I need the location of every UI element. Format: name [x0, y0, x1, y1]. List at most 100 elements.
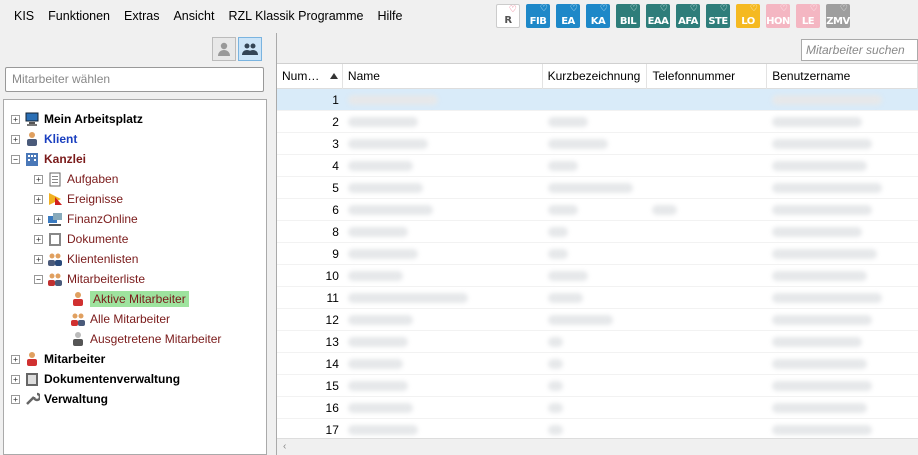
tree-item-ausgetretene-mitarbeiter[interactable]: Ausgetretene Mitarbeiter — [4, 329, 266, 349]
tree-item-finanzonline[interactable]: + FinanzOnline — [4, 209, 266, 229]
menu-hilfe[interactable]: Hilfe — [370, 0, 409, 33]
collapse-icon[interactable]: − — [34, 274, 43, 284]
expand-icon[interactable]: + — [11, 354, 20, 364]
heart-icon: ♡ — [809, 4, 818, 14]
expand-icon[interactable]: + — [34, 234, 43, 244]
table-row[interactable]: 2 — [277, 111, 918, 133]
module-fib-button[interactable]: ♡ FIB — [526, 4, 550, 28]
table-row[interactable]: 15 — [277, 375, 918, 397]
module-zmv-button[interactable]: ♡ ZMV — [826, 4, 850, 28]
table-row[interactable]: 8 — [277, 221, 918, 243]
expand-icon[interactable]: + — [34, 174, 43, 184]
menu-kis[interactable]: KIS — [7, 0, 41, 33]
module-bil-button[interactable]: ♡ BIL — [616, 4, 640, 28]
expand-icon[interactable]: + — [11, 134, 20, 144]
row-number: 3 — [332, 136, 339, 151]
column-header-label: Telefonnummer — [652, 69, 736, 83]
module-r-button[interactable]: ♡ R — [496, 4, 520, 28]
tree-item-ereignisse[interactable]: + Ereignisse — [4, 189, 266, 209]
tree-item-label: Dokumentenverwaltung — [44, 372, 181, 386]
horizontal-scrollbar[interactable]: ‹ — [277, 438, 918, 455]
table-row[interactable]: 4 — [277, 155, 918, 177]
column-header-3[interactable]: Telefonnummer — [647, 64, 768, 89]
tree-item-label: Ausgetretene Mitarbeiter — [90, 332, 222, 346]
module-label: LO — [741, 16, 755, 27]
table-row[interactable]: 12 — [277, 309, 918, 331]
table-row[interactable]: 11 — [277, 287, 918, 309]
table-row[interactable]: 6 — [277, 199, 918, 221]
redacted-text — [547, 381, 563, 392]
menu-rzl-klassik-programme[interactable]: RZL Klassik Programme — [221, 0, 370, 33]
redacted-cell — [543, 331, 648, 353]
redacted-cell — [343, 89, 543, 111]
module-label: R — [504, 15, 512, 26]
scroll-left-icon[interactable]: ‹ — [283, 441, 286, 452]
tree-item-mein-arbeitsplatz[interactable]: + Mein Arbeitsplatz — [4, 109, 266, 129]
redacted-cell — [647, 111, 767, 133]
tree-item-alle-mitarbeiter[interactable]: Alle Mitarbeiter — [4, 309, 266, 329]
module-label: STE — [708, 16, 728, 27]
collapse-icon[interactable]: − — [11, 154, 20, 164]
table-row[interactable]: 3 — [277, 133, 918, 155]
module-hon-button[interactable]: ♡ HON — [766, 4, 790, 28]
table-row[interactable]: 14 — [277, 353, 918, 375]
tree-item-klientenlisten[interactable]: + Klientenlisten — [4, 249, 266, 269]
column-header-4[interactable]: Benutzername — [767, 64, 918, 89]
module-label: FIB — [529, 16, 547, 27]
client-list-icon — [47, 251, 63, 267]
module-lo-button[interactable]: ♡ LO — [736, 4, 760, 28]
redacted-text — [772, 359, 868, 370]
employee-select-input[interactable]: Mitarbeiter wählen — [5, 67, 264, 92]
tree-item-dokumentenverwaltung[interactable]: + Dokumentenverwaltung — [4, 369, 266, 389]
menu-ansicht[interactable]: Ansicht — [166, 0, 221, 33]
module-label: KA — [590, 16, 606, 27]
menu-extras[interactable]: Extras — [117, 0, 166, 33]
module-ea-button[interactable]: ♡ EA — [556, 4, 580, 28]
redacted-cell — [647, 177, 767, 199]
single-user-view-button[interactable] — [212, 37, 236, 61]
module-label: ZMV — [826, 16, 850, 27]
expand-icon[interactable]: + — [11, 114, 20, 124]
column-header-label: Name — [347, 69, 380, 83]
tree-item-label: Mein Arbeitsplatz — [44, 112, 143, 126]
tree-item-kanzlei[interactable]: − Kanzlei — [4, 149, 266, 169]
redacted-cell — [343, 265, 543, 287]
tree-item-dokumente[interactable]: + Dokumente — [4, 229, 266, 249]
multi-user-view-button[interactable] — [238, 37, 262, 61]
table-row[interactable]: 1 — [277, 89, 918, 111]
column-header-1[interactable]: Name — [343, 64, 543, 89]
tree-item-aktive-mitarbeiter[interactable]: Aktive Mitarbeiter — [4, 289, 266, 309]
module-le-button[interactable]: ♡ LE — [796, 4, 820, 28]
employee-search-input[interactable]: Mitarbeiter suchen — [801, 39, 918, 61]
redacted-cell — [767, 265, 918, 287]
heart-icon: ♡ — [569, 4, 578, 14]
tree-item-klient[interactable]: + Klient — [4, 129, 266, 149]
module-ka-button[interactable]: ♡ KA — [586, 4, 610, 28]
tree-item-aufgaben[interactable]: + Aufgaben — [4, 169, 266, 189]
module-label: EA — [561, 16, 575, 27]
table-row[interactable]: 9 — [277, 243, 918, 265]
menu-funktionen[interactable]: Funktionen — [41, 0, 117, 33]
tree-item-verwaltung[interactable]: + Verwaltung — [4, 389, 266, 409]
client-icon — [24, 131, 40, 147]
expand-icon[interactable]: + — [11, 394, 20, 404]
expand-icon[interactable]: + — [34, 254, 43, 264]
expand-icon[interactable]: + — [34, 214, 43, 224]
expand-icon[interactable]: + — [34, 194, 43, 204]
module-ste-button[interactable]: ♡ STE — [706, 4, 730, 28]
module-afa-button[interactable]: ♡ AFA — [676, 4, 700, 28]
column-header-2[interactable]: Kurzbezeichnung — [543, 64, 648, 89]
expand-icon[interactable]: + — [11, 374, 20, 384]
table-row[interactable]: 5 — [277, 177, 918, 199]
table-row[interactable]: 13 — [277, 331, 918, 353]
redacted-text — [347, 249, 418, 260]
tree-item-mitarbeiterliste[interactable]: − Mitarbeiterliste — [4, 269, 266, 289]
table-row[interactable]: 10 — [277, 265, 918, 287]
module-eaa-button[interactable]: ♡ EAA — [646, 4, 670, 28]
table-row[interactable]: 16 — [277, 397, 918, 419]
column-header-0[interactable]: Num… — [277, 64, 343, 89]
tree-item-mitarbeiter[interactable]: + Mitarbeiter — [4, 349, 266, 369]
redacted-text — [347, 183, 423, 194]
redacted-cell — [343, 177, 543, 199]
redacted-cell — [343, 309, 543, 331]
